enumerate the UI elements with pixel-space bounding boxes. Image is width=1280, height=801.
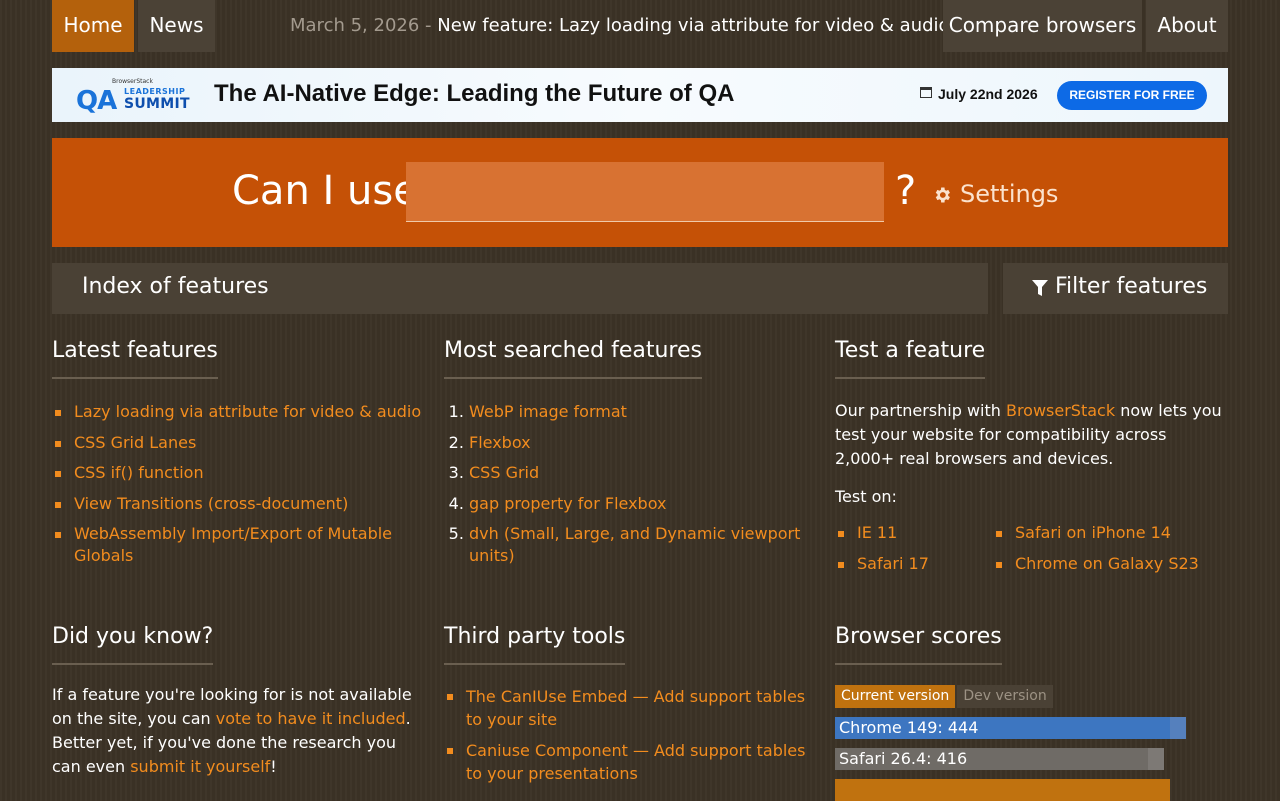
- latest-features-title: Latest features: [52, 338, 218, 379]
- tab-current-version[interactable]: Current version: [835, 685, 956, 708]
- list-item: WebAssembly Import/Export of Mutable Glo…: [55, 523, 422, 567]
- third-party-tools-list: The CanIUse Embed — Add support tables t…: [444, 685, 814, 785]
- third-party-tools-section: Third party tools The CanIUse Embed — Ad…: [444, 624, 814, 793]
- feature-link[interactable]: View Transitions (cross-document): [74, 494, 348, 513]
- filter-icon: [1032, 280, 1048, 296]
- test-browser-link[interactable]: Safari on iPhone 14: [1015, 523, 1171, 542]
- search-question-mark: ?: [895, 168, 917, 214]
- latest-features-section: Latest features Lazy loading via attribu…: [52, 338, 422, 576]
- gear-icon: [935, 187, 950, 203]
- did-you-know-title: Did you know?: [52, 624, 214, 665]
- list-item: CSS Grid: [469, 462, 814, 484]
- filter-label: Filter features: [1055, 274, 1208, 299]
- test-browser-link[interactable]: Chrome on Galaxy S23: [1015, 554, 1199, 573]
- index-of-features-bar[interactable]: Index of features: [52, 263, 988, 314]
- test-browser-link[interactable]: Safari 17: [857, 554, 929, 573]
- nav-home-link[interactable]: Home: [52, 0, 134, 52]
- feature-link[interactable]: gap property for Flexbox: [469, 494, 666, 513]
- feature-link[interactable]: dvh (Small, Large, and Dynamic viewport …: [469, 524, 800, 565]
- logo-summit: SUMMIT: [124, 96, 190, 112]
- submit-link[interactable]: submit it yourself: [130, 757, 270, 776]
- did-you-know-section: Did you know? If a feature you're lookin…: [52, 624, 422, 779]
- feature-link[interactable]: WebP image format: [469, 402, 627, 421]
- test-intro: Our partnership with BrowserStack now le…: [835, 399, 1228, 471]
- nav-news-link[interactable]: News: [138, 0, 215, 52]
- search-label: Can I use: [232, 168, 418, 214]
- list-item: View Transitions (cross-document): [55, 493, 422, 515]
- list-item: Chrome on Galaxy S23: [996, 553, 1199, 575]
- list-item: Safari on iPhone 14: [996, 522, 1199, 544]
- test-intro-text: Our partnership with: [835, 401, 1006, 420]
- nav-about-link[interactable]: About: [1146, 0, 1228, 52]
- settings-label: Settings: [960, 180, 1059, 208]
- score-label: Safari 26.4: 416: [839, 749, 968, 768]
- filter-features-button[interactable]: Filter features: [1003, 263, 1228, 314]
- feature-link[interactable]: Lazy loading via attribute for video & a…: [74, 402, 421, 421]
- third-party-tools-title: Third party tools: [444, 624, 626, 665]
- vote-link[interactable]: vote to have it included: [216, 709, 406, 728]
- feature-link[interactable]: CSS if() function: [74, 463, 204, 482]
- test-on-label: Test on:: [835, 487, 897, 506]
- score-tabs: Current version Dev version: [835, 685, 1228, 708]
- list-item: Safari 17: [838, 553, 929, 575]
- most-searched-list: WebP image format Flexbox CSS Grid gap p…: [444, 401, 814, 567]
- list-item: WebP image format: [469, 401, 814, 423]
- tab-dev-version[interactable]: Dev version: [957, 685, 1053, 708]
- feature-link[interactable]: CSS Grid: [469, 463, 539, 482]
- qa-summit-logo: BrowserStack QA LEADERSHIP SUMMIT: [76, 78, 190, 116]
- test-browser-link[interactable]: IE 11: [857, 523, 897, 542]
- test-feature-title: Test a feature: [835, 338, 986, 379]
- score-bar-safari[interactable]: Safari 26.4: 416: [835, 748, 1228, 770]
- most-searched-title: Most searched features: [444, 338, 702, 379]
- ad-date: July 22nd 2026: [938, 86, 1038, 102]
- did-you-know-text: If a feature you're looking for is not a…: [52, 683, 422, 779]
- score-bar-chrome[interactable]: Chrome 149: 444: [835, 717, 1228, 739]
- feature-link[interactable]: Flexbox: [469, 433, 531, 452]
- news-separator: -: [425, 15, 432, 36]
- score-track: [835, 779, 1170, 801]
- list-item: The CanIUse Embed — Add support tables t…: [447, 685, 814, 731]
- list-item: Caniuse Component — Add support tables t…: [447, 739, 814, 785]
- test-browser-list: IE 11 Safari 17 Safari on iPhone 14 Chro…: [835, 506, 1228, 586]
- test-feature-section: Test a feature Our partnership with Brow…: [835, 338, 1228, 586]
- list-item: IE 11: [838, 522, 929, 544]
- news-date: March 5, 2026: [290, 15, 420, 36]
- list-item: Flexbox: [469, 432, 814, 454]
- logo-leadership: LEADERSHIP: [124, 87, 186, 96]
- browser-scores-title: Browser scores: [835, 624, 1002, 665]
- settings-button[interactable]: Settings: [932, 180, 1058, 214]
- ad-headline: The AI-Native Edge: Leading the Future o…: [214, 80, 735, 107]
- feature-link[interactable]: CSS Grid Lanes: [74, 433, 196, 452]
- news-link[interactable]: New feature: Lazy loading via attribute …: [437, 15, 949, 36]
- list-item: CSS Grid Lanes: [55, 432, 422, 454]
- body-text: !: [270, 757, 277, 776]
- ad-banner[interactable]: BrowserStack QA LEADERSHIP SUMMIT The AI…: [52, 68, 1228, 122]
- logo-brand: BrowserStack: [112, 78, 153, 85]
- browserstack-link[interactable]: BrowserStack: [1006, 401, 1115, 420]
- list-item: Lazy loading via attribute for video & a…: [55, 401, 422, 423]
- score-label: Chrome 149: 444: [839, 718, 979, 737]
- register-button[interactable]: REGISTER FOR FREE: [1057, 81, 1207, 110]
- list-item: dvh (Small, Large, and Dynamic viewport …: [469, 523, 814, 567]
- test-list-right: Safari on iPhone 14 Chrome on Galaxy S23: [993, 522, 1199, 583]
- calendar-icon: [920, 87, 932, 98]
- nav-compare-link[interactable]: Compare browsers: [943, 0, 1142, 52]
- tool-link[interactable]: Caniuse Component — Add support tables t…: [466, 741, 805, 783]
- score-bar-partial[interactable]: [835, 779, 1228, 801]
- list-item: gap property for Flexbox: [469, 493, 814, 515]
- search-input[interactable]: [406, 162, 884, 222]
- logo-qa: QA: [76, 86, 117, 116]
- most-searched-section: Most searched features WebP image format…: [444, 338, 814, 576]
- index-title: Index of features: [82, 274, 269, 299]
- search-band: Can I use ? Settings: [52, 138, 1228, 247]
- feature-link[interactable]: WebAssembly Import/Export of Mutable Glo…: [74, 524, 392, 565]
- browser-scores-section: Browser scores Current version Dev versio…: [835, 624, 1228, 801]
- test-list-left: IE 11 Safari 17: [835, 522, 929, 583]
- tool-link[interactable]: The CanIUse Embed — Add support tables t…: [466, 687, 805, 729]
- latest-features-list: Lazy loading via attribute for video & a…: [52, 401, 422, 567]
- list-item: CSS if() function: [55, 462, 422, 484]
- news-banner: March 5, 2026 - New feature: Lazy loadin…: [290, 0, 950, 51]
